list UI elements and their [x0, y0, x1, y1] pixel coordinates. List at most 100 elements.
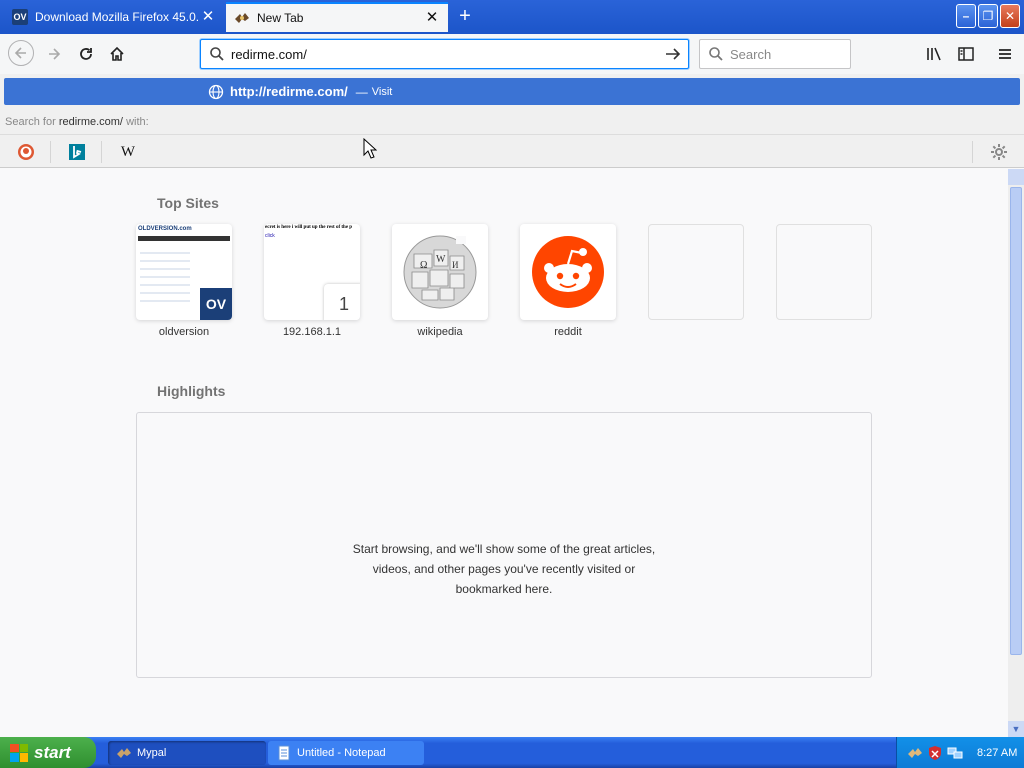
search-input[interactable]: Search	[724, 47, 771, 62]
navigation-toolbar: redirme.com/ Search	[0, 34, 1024, 74]
minimize-button[interactable]: –	[956, 4, 976, 28]
globe-icon	[208, 84, 224, 100]
top-site-tile[interactable]: Ω W И	[392, 224, 488, 320]
back-arrow-icon	[14, 47, 26, 59]
search-box[interactable]: Search	[699, 39, 851, 69]
top-site-label: wikipedia	[417, 326, 463, 338]
tab-download-firefox[interactable]: OV Download Mozilla Firefox 45.0.1 f ✕	[4, 2, 224, 32]
empty-tile	[776, 224, 872, 320]
go-arrow-icon[interactable]	[664, 45, 682, 63]
back-button[interactable]	[8, 40, 34, 66]
reload-button[interactable]	[74, 42, 98, 66]
top-site-empty	[648, 224, 744, 320]
separator	[101, 141, 102, 163]
url-input[interactable]: redirme.com/	[225, 47, 664, 62]
oldversion-favicon-icon: OV	[12, 9, 28, 25]
taskbar-item-mypal[interactable]: Mypal	[108, 741, 266, 765]
windows-taskbar: start Mypal Untitled - Notepad 8:27 AM	[0, 737, 1024, 768]
oldversion-logo-icon: OV	[200, 288, 232, 320]
start-label: start	[34, 742, 71, 762]
suggestion-action: Visit	[371, 85, 393, 98]
notepad-icon	[278, 745, 290, 761]
highlights-empty-state: Start browsing, and we'll show some of t…	[136, 412, 872, 678]
wikipedia-globe-icon: Ω W И	[403, 235, 477, 309]
message-line: videos, and other pages you've recently …	[372, 562, 636, 576]
system-tray: 8:27 AM	[896, 737, 1024, 768]
scroll-up-button[interactable]	[1008, 169, 1024, 185]
suggestion-url: http://redirme.com/	[230, 84, 348, 99]
top-site-oldversion[interactable]: OLDVERSION.com OV oldversion	[136, 224, 232, 338]
page-snippet-link: click	[265, 233, 275, 239]
taskbar-item-label: Untitled - Notepad	[297, 747, 386, 759]
close-window-button[interactable]: ✕	[1000, 4, 1020, 28]
library-icon	[927, 47, 941, 61]
maximize-button[interactable]: ❐	[978, 4, 998, 28]
search-with-prefix: Search for	[5, 116, 56, 128]
duckduckgo-icon[interactable]	[15, 141, 37, 163]
search-with-term: redirme.com/	[58, 116, 123, 128]
svg-text:W: W	[436, 254, 446, 265]
scroll-thumb[interactable]	[1010, 187, 1022, 655]
top-site-reddit[interactable]: reddit	[520, 224, 616, 338]
security-shield-icon[interactable]	[927, 745, 943, 761]
message-line: Start browsing, and we'll show some of t…	[352, 542, 656, 556]
top-site-tile[interactable]: ecret is here i will put up the rest of …	[264, 224, 360, 320]
top-site-empty	[776, 224, 872, 320]
sidebar-icon	[958, 47, 974, 61]
search-with-suffix: with:	[126, 116, 149, 128]
site-badge: 1	[324, 284, 360, 320]
svg-text:И: И	[452, 260, 459, 270]
screenshot-navbar	[138, 236, 230, 241]
top-site-label: oldversion	[158, 326, 210, 338]
wikipedia-icon[interactable]: W	[117, 141, 139, 163]
tab-title: New Tab	[257, 11, 304, 25]
highlights-heading: Highlights	[157, 383, 226, 399]
top-site-192-168-1-1[interactable]: ecret is here i will put up the rest of …	[264, 224, 360, 338]
search-with-label: Search for redirme.com/ with:	[5, 116, 149, 128]
close-tab-icon[interactable]: ✕	[424, 10, 440, 26]
forward-button[interactable]	[42, 42, 66, 66]
top-site-wikipedia[interactable]: Ω W И wikipedia	[392, 224, 488, 338]
scroll-down-arrow-icon[interactable]: ▼	[1008, 721, 1024, 737]
search-icon	[210, 47, 224, 61]
forward-arrow-icon	[49, 48, 61, 60]
oldversion-logo: OLDVERSION.com	[138, 226, 192, 232]
suggestion-dash: —	[355, 84, 368, 99]
mouse-cursor-icon	[363, 138, 377, 159]
screenshot-list	[140, 246, 190, 304]
reload-icon	[80, 48, 92, 60]
visit-suggestion-row[interactable]: http://redirme.com/ — Visit	[4, 78, 1020, 105]
separator	[50, 141, 51, 163]
search-icon	[709, 47, 723, 61]
hamburger-menu-icon	[999, 49, 1011, 59]
taskbar-item-notepad[interactable]: Untitled - Notepad	[268, 741, 424, 765]
url-suggestion-popup: http://redirme.com/ — Visit Search for r…	[0, 74, 1024, 168]
tab-strip: OV Download Mozilla Firefox 45.0.1 f ✕ N…	[0, 0, 1024, 34]
home-icon	[110, 46, 124, 61]
library-button[interactable]	[922, 42, 946, 66]
start-button[interactable]: start	[0, 737, 96, 768]
vertical-scrollbar[interactable]: ▼	[1008, 169, 1024, 737]
new-tab-page: Top Sites OLDVERSION.com OV oldversion e…	[0, 169, 1008, 737]
close-tab-icon[interactable]: ✕	[200, 9, 216, 25]
top-site-tile[interactable]: OLDVERSION.com OV	[136, 224, 232, 320]
mypal-icon	[117, 748, 131, 758]
message-line: bookmarked here.	[455, 582, 553, 596]
tab-title: Download Mozilla Firefox 45.0.1 f	[35, 10, 200, 24]
search-settings-gear-icon[interactable]	[988, 141, 1010, 163]
top-sites-heading: Top Sites	[157, 195, 219, 211]
sidebar-button[interactable]	[954, 42, 978, 66]
reddit-alien-icon	[532, 236, 604, 308]
url-bar[interactable]: redirme.com/	[200, 39, 689, 69]
mypal-favicon-icon	[234, 10, 250, 26]
menu-button[interactable]	[993, 42, 1017, 66]
new-tab-button[interactable]: +	[452, 5, 478, 29]
tray-app-icon[interactable]	[907, 745, 923, 761]
top-site-tile[interactable]	[520, 224, 616, 320]
tab-new-tab[interactable]: New Tab ✕	[226, 2, 448, 32]
clock: 8:27 AM	[977, 746, 1018, 759]
network-icon[interactable]	[947, 745, 963, 761]
bing-icon[interactable]	[66, 141, 88, 163]
home-button[interactable]	[105, 42, 129, 66]
highlights-empty-message: Start browsing, and we'll show some of t…	[137, 539, 871, 599]
